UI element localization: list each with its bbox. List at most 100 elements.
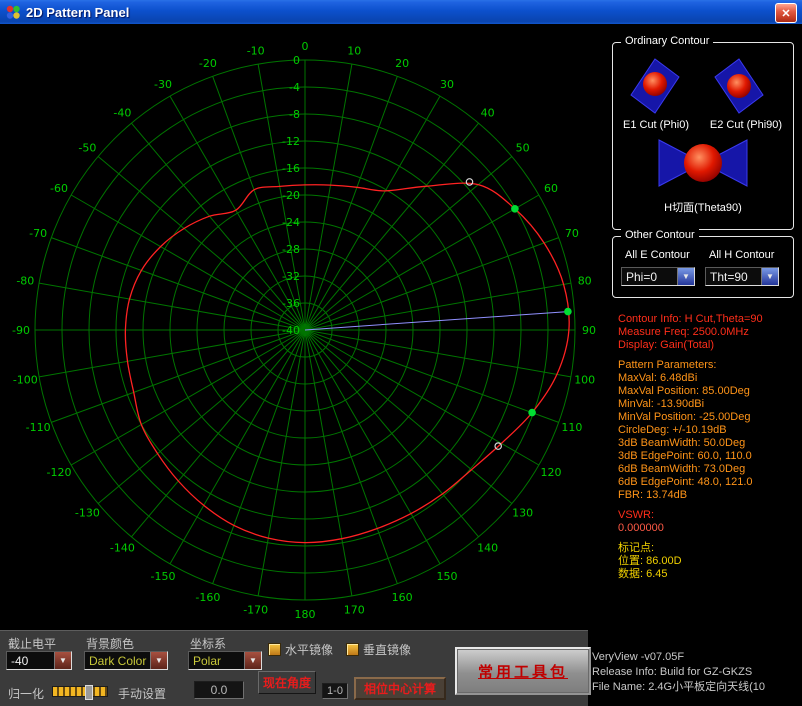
angle-tick-label: 20 bbox=[395, 57, 409, 70]
angle-tick-label: -100 bbox=[13, 373, 38, 386]
angle-tick-label: 180 bbox=[295, 608, 316, 621]
angle-tick-label: -30 bbox=[154, 78, 172, 91]
vertical-mirror-label: 垂直镜像 bbox=[363, 641, 411, 658]
window-title: 2D Pattern Panel bbox=[26, 5, 129, 20]
other-contour-group: Other Contour All E Contour All H Contou… bbox=[612, 236, 794, 298]
param-line: MinVal Position: -25.00Deg bbox=[618, 411, 802, 424]
angle-tick-label: 140 bbox=[477, 542, 498, 555]
param-line: 6dB EdgePoint: 48.0, 121.0 bbox=[618, 476, 802, 489]
grid-spoke bbox=[98, 156, 305, 330]
angle-tick-label: -140 bbox=[110, 542, 135, 555]
contour-info-line: Contour Info: H Cut,Theta=90 bbox=[618, 313, 802, 326]
db-tick-label: -12 bbox=[282, 135, 300, 148]
chevron-down-icon: ▼ bbox=[54, 652, 71, 669]
normalize-slider[interactable] bbox=[52, 686, 108, 697]
chevron-down-icon: ▼ bbox=[761, 268, 778, 285]
edge-point-3db bbox=[565, 308, 571, 314]
e2-cut-label: E2 Cut (Phi90) bbox=[701, 119, 791, 131]
slider-thumb[interactable] bbox=[85, 685, 93, 700]
e2-cut-icon[interactable] bbox=[713, 57, 765, 120]
phase-center-button[interactable]: 相位中心计算 bbox=[354, 677, 446, 700]
toolkit-button[interactable]: 常用工具包 bbox=[455, 647, 591, 695]
cutoff-level-label: 截止电平 bbox=[8, 635, 56, 652]
toolbar: 截止电平 -40 ▼ 背景颜色 Dark Color ▼ 坐标系 Polar ▼… bbox=[0, 630, 588, 706]
chevron-down-icon: ▼ bbox=[244, 652, 261, 669]
db-tick-label: -28 bbox=[282, 243, 300, 256]
all-h-contour-label: All H Contour bbox=[709, 249, 774, 261]
param-line: 6dB BeamWidth: 73.0Deg bbox=[618, 463, 802, 476]
angle-tick-label: 160 bbox=[392, 591, 413, 604]
status-info: VeryView -v07.05F Release Info: Build fo… bbox=[592, 650, 802, 695]
chevron-down-icon: ▼ bbox=[150, 652, 167, 669]
checkbox-icon bbox=[346, 643, 359, 656]
e1-cut-icon[interactable] bbox=[629, 57, 681, 120]
vswr-label: VSWR: bbox=[618, 509, 802, 522]
param-line: FBR: 13.74dB bbox=[618, 489, 802, 502]
normalize-label: 归一化 bbox=[8, 685, 44, 702]
normalize-value-input[interactable]: 0.0 bbox=[194, 681, 244, 699]
vswr-value: 0.000000 bbox=[618, 522, 802, 535]
display-line: Display: Gain(Total) bbox=[618, 339, 802, 352]
angle-tick-label: 60 bbox=[544, 182, 558, 195]
angle-tick-label: -150 bbox=[151, 570, 176, 583]
angle-tick-label: -130 bbox=[75, 507, 100, 520]
edge-point-3db bbox=[512, 206, 518, 212]
angle-tick-label: -10 bbox=[247, 44, 265, 57]
current-angle-input[interactable]: 1-0 bbox=[322, 683, 348, 699]
angle-tick-label: 110 bbox=[561, 421, 582, 434]
angle-tick-label: 150 bbox=[437, 570, 458, 583]
ordinary-contour-title: Ordinary Contour bbox=[621, 35, 713, 47]
cutoff-level-select[interactable]: -40 ▼ bbox=[6, 651, 72, 670]
angle-tick-label: -60 bbox=[50, 182, 68, 195]
all-e-contour-label: All E Contour bbox=[625, 249, 690, 261]
chevron-down-icon: ▼ bbox=[677, 268, 694, 285]
checkbox-icon bbox=[268, 643, 281, 656]
cutoff-level-value: -40 bbox=[7, 654, 54, 668]
close-icon[interactable]: ✕ bbox=[775, 3, 797, 23]
db-tick-label: -4 bbox=[289, 81, 300, 94]
param-line: MaxVal: 6.48dBi bbox=[618, 372, 802, 385]
angle-tick-label: -120 bbox=[47, 466, 72, 479]
app-version: VeryView -v07.05F bbox=[592, 650, 802, 665]
background-color-select[interactable]: Dark Color ▼ bbox=[84, 651, 168, 670]
horizontal-mirror-label: 水平镜像 bbox=[285, 641, 333, 658]
edge-point-3db bbox=[529, 409, 535, 415]
param-line: 3dB BeamWidth: 50.0Deg bbox=[618, 437, 802, 450]
polar-plot: -170-160-150-140-130-120-110-100-90-80-7… bbox=[0, 24, 612, 630]
e1-cut-label: E1 Cut (Phi0) bbox=[615, 119, 697, 131]
h-cut-icon[interactable] bbox=[657, 133, 749, 198]
measure-freq-line: Measure Freq: 2500.0MHz bbox=[618, 326, 802, 339]
h-contour-value: Tht=90 bbox=[706, 270, 761, 284]
angle-tick-label: 70 bbox=[565, 227, 579, 240]
coordinate-system-label: 坐标系 bbox=[190, 635, 226, 652]
angle-tick-label: 10 bbox=[347, 44, 361, 57]
vertical-mirror-checkbox[interactable]: 垂直镜像 bbox=[346, 641, 411, 658]
h-cut-label: H切面(Theta90) bbox=[613, 199, 793, 215]
ordinary-contour-group: Ordinary Contour bbox=[612, 42, 794, 230]
manual-setting-label: 手动设置 bbox=[118, 685, 166, 702]
e-contour-value: Phi=0 bbox=[622, 270, 677, 284]
app-icon bbox=[5, 4, 21, 20]
angle-tick-label: -80 bbox=[16, 275, 34, 288]
title-bar: 2D Pattern Panel ✕ bbox=[0, 0, 802, 24]
e-contour-select[interactable]: Phi=0 ▼ bbox=[621, 267, 695, 286]
angle-tick-label: -110 bbox=[26, 421, 51, 434]
horizontal-mirror-checkbox[interactable]: 水平镜像 bbox=[268, 641, 333, 658]
angle-tick-label: 100 bbox=[574, 373, 595, 386]
angle-marker-line bbox=[305, 312, 568, 330]
file-name: File Name: 2.4G小平板定向天线(10 bbox=[592, 680, 802, 695]
angle-tick-label: 120 bbox=[541, 466, 562, 479]
db-tick-label: -20 bbox=[282, 189, 300, 202]
marker-value: 数据: 6.45 bbox=[618, 568, 802, 581]
h-contour-select[interactable]: Tht=90 ▼ bbox=[705, 267, 779, 286]
coordinate-system-select[interactable]: Polar ▼ bbox=[188, 651, 262, 670]
angle-tick-label: 40 bbox=[481, 106, 495, 119]
angle-tick-label: 130 bbox=[512, 507, 533, 520]
release-info: Release Info: Build for GZ-GKZS bbox=[592, 665, 802, 680]
angle-tick-label: -160 bbox=[195, 591, 220, 604]
angle-tick-label: 80 bbox=[578, 275, 592, 288]
angle-tick-label: 50 bbox=[516, 141, 530, 154]
db-tick-label: -32 bbox=[282, 270, 300, 283]
grid-spoke bbox=[305, 330, 479, 537]
background-color-label: 背景颜色 bbox=[86, 635, 134, 652]
